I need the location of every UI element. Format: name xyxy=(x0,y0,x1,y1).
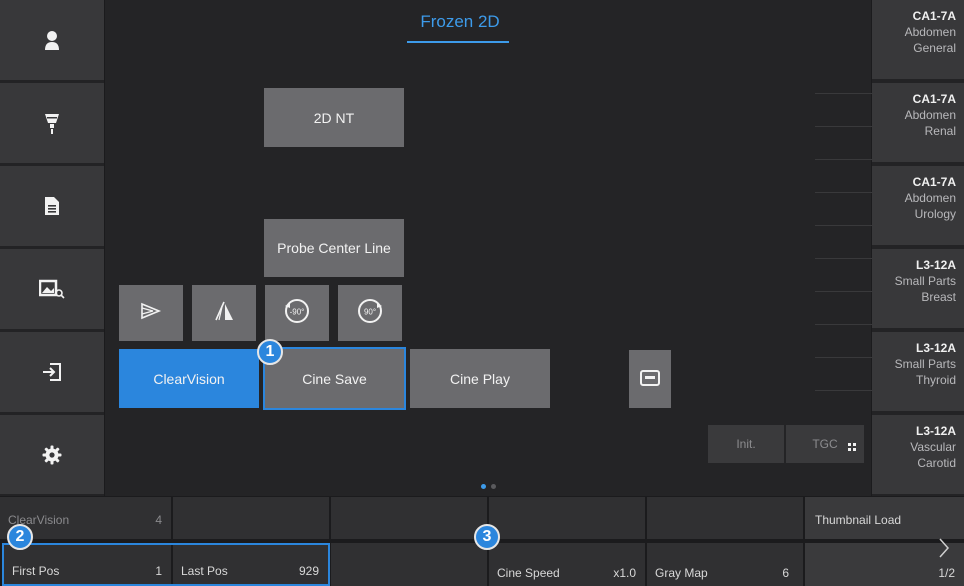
preset-name: Renal xyxy=(924,124,956,138)
preset-app: Small Parts xyxy=(894,274,956,288)
preset-item[interactable]: CA1-7A Abdomen General xyxy=(872,0,964,81)
preset-column: CA1-7A Abdomen General CA1-7A Abdomen Re… xyxy=(872,0,964,496)
title-underline xyxy=(407,41,509,43)
preset-item[interactable]: CA1-7A Abdomen Renal xyxy=(872,83,964,164)
gray-map-softkey[interactable]: Gray Map 6 xyxy=(647,543,803,586)
tgc-label: TGC xyxy=(812,437,838,451)
softkey-value: 4 xyxy=(155,513,162,527)
preset-app: Vascular xyxy=(910,440,956,454)
softkey-label: Thumbnail Load xyxy=(815,513,902,527)
preset-probe: CA1-7A xyxy=(912,92,956,106)
grid-dots-icon xyxy=(848,440,856,454)
page-dot-active[interactable] xyxy=(481,484,486,489)
chevron-right-icon xyxy=(938,537,950,562)
preset-item[interactable]: L3-12A Small Parts Breast xyxy=(872,249,964,330)
softkey-empty[interactable] xyxy=(331,543,487,586)
cassette-button[interactable] xyxy=(629,350,671,408)
image-review-icon xyxy=(39,279,65,299)
softkey-empty[interactable] xyxy=(647,497,803,539)
thumbnail-load-softkey[interactable]: Thumbnail Load xyxy=(805,497,964,539)
sidebar-item-settings[interactable] xyxy=(0,415,104,496)
preset-app: Abdomen xyxy=(904,108,956,122)
rotate-right-90-button[interactable]: 90° xyxy=(338,285,402,341)
rotate-left-90-button[interactable]: -90° xyxy=(265,285,329,341)
preset-app: Abdomen xyxy=(904,191,956,205)
preset-probe: L3-12A xyxy=(915,258,956,272)
preset-item[interactable]: L3-12A Small Parts Thyroid xyxy=(872,332,964,413)
step-marker-3: 3 xyxy=(474,524,500,550)
preset-name: Urology xyxy=(914,207,956,221)
rotate-right-90-icon: 90° xyxy=(356,297,384,330)
preset-app: Small Parts xyxy=(894,357,956,371)
preset-probe: L3-12A xyxy=(915,341,956,355)
page-dot[interactable] xyxy=(491,484,496,489)
preset-app: Abdomen xyxy=(904,25,956,39)
flip-horizontal-icon xyxy=(139,299,163,328)
next-page-softkey[interactable]: 1/2 xyxy=(805,538,964,586)
cine-save-button[interactable]: Cine Save xyxy=(263,347,406,410)
sidebar-item-probe[interactable] xyxy=(0,83,104,165)
softkey-label: Gray Map xyxy=(655,566,708,580)
probe-center-line-button[interactable]: Probe Center Line xyxy=(264,219,404,277)
left-sidebar xyxy=(0,0,104,496)
preset-name: Carotid xyxy=(917,456,956,470)
sidebar-item-exit[interactable] xyxy=(0,332,104,414)
cassette-icon xyxy=(640,369,660,389)
preset-probe: CA1-7A xyxy=(912,175,956,189)
main-panel: Frozen 2D 2D NT Probe Center Line -90° 9… xyxy=(105,0,964,496)
2d-nt-button[interactable]: 2D NT xyxy=(264,88,404,147)
preset-probe: CA1-7A xyxy=(912,9,956,23)
rotate-left-90-icon: -90° xyxy=(283,297,311,330)
softkey-value: x1.0 xyxy=(613,566,636,580)
flip-horizontal-button[interactable] xyxy=(119,285,183,341)
person-icon xyxy=(43,30,61,50)
step-marker-1: 1 xyxy=(257,339,283,365)
softkey-empty[interactable] xyxy=(331,497,487,539)
clearvision-button[interactable]: ClearVision xyxy=(119,349,259,408)
sidebar-item-review[interactable] xyxy=(0,249,104,331)
tgc-button[interactable]: TGC xyxy=(786,425,864,463)
sidebar-item-report[interactable] xyxy=(0,166,104,248)
tgc-init-button[interactable]: Init. xyxy=(708,425,784,463)
page-title: Frozen 2D xyxy=(420,12,500,31)
svg-text:90°: 90° xyxy=(364,307,376,316)
preset-item[interactable]: CA1-7A Abdomen Urology xyxy=(872,166,964,247)
step-marker-2: 2 xyxy=(7,524,33,550)
probe-icon xyxy=(44,112,60,134)
softkey-empty[interactable] xyxy=(489,497,645,539)
softkey-label: Cine Speed xyxy=(497,566,560,580)
cine-play-button[interactable]: Cine Play xyxy=(410,349,550,408)
softkey-value: 6 xyxy=(782,566,789,580)
sidebar-item-patient[interactable] xyxy=(0,0,104,82)
preset-name: Thyroid xyxy=(915,373,956,387)
gear-icon xyxy=(42,445,62,465)
page-indicator: 1/2 xyxy=(938,566,955,580)
preset-name: General xyxy=(913,41,956,55)
softkey-empty[interactable] xyxy=(173,497,329,539)
document-icon xyxy=(44,196,60,216)
svg-text:-90°: -90° xyxy=(290,307,305,316)
preset-name: Breast xyxy=(921,290,956,304)
bottom-softkey-bar: ClearVision 4 Thumbnail Load First Pos 1… xyxy=(0,497,964,586)
preset-item[interactable]: L3-12A Vascular Carotid xyxy=(872,415,964,496)
cine-speed-softkey[interactable]: Cine Speed x1.0 xyxy=(489,543,645,586)
exit-icon xyxy=(42,362,62,382)
position-group-highlight xyxy=(2,543,330,586)
preset-probe: L3-12A xyxy=(915,424,956,438)
flip-vertical-icon xyxy=(212,299,236,328)
flip-vertical-button[interactable] xyxy=(192,285,256,341)
